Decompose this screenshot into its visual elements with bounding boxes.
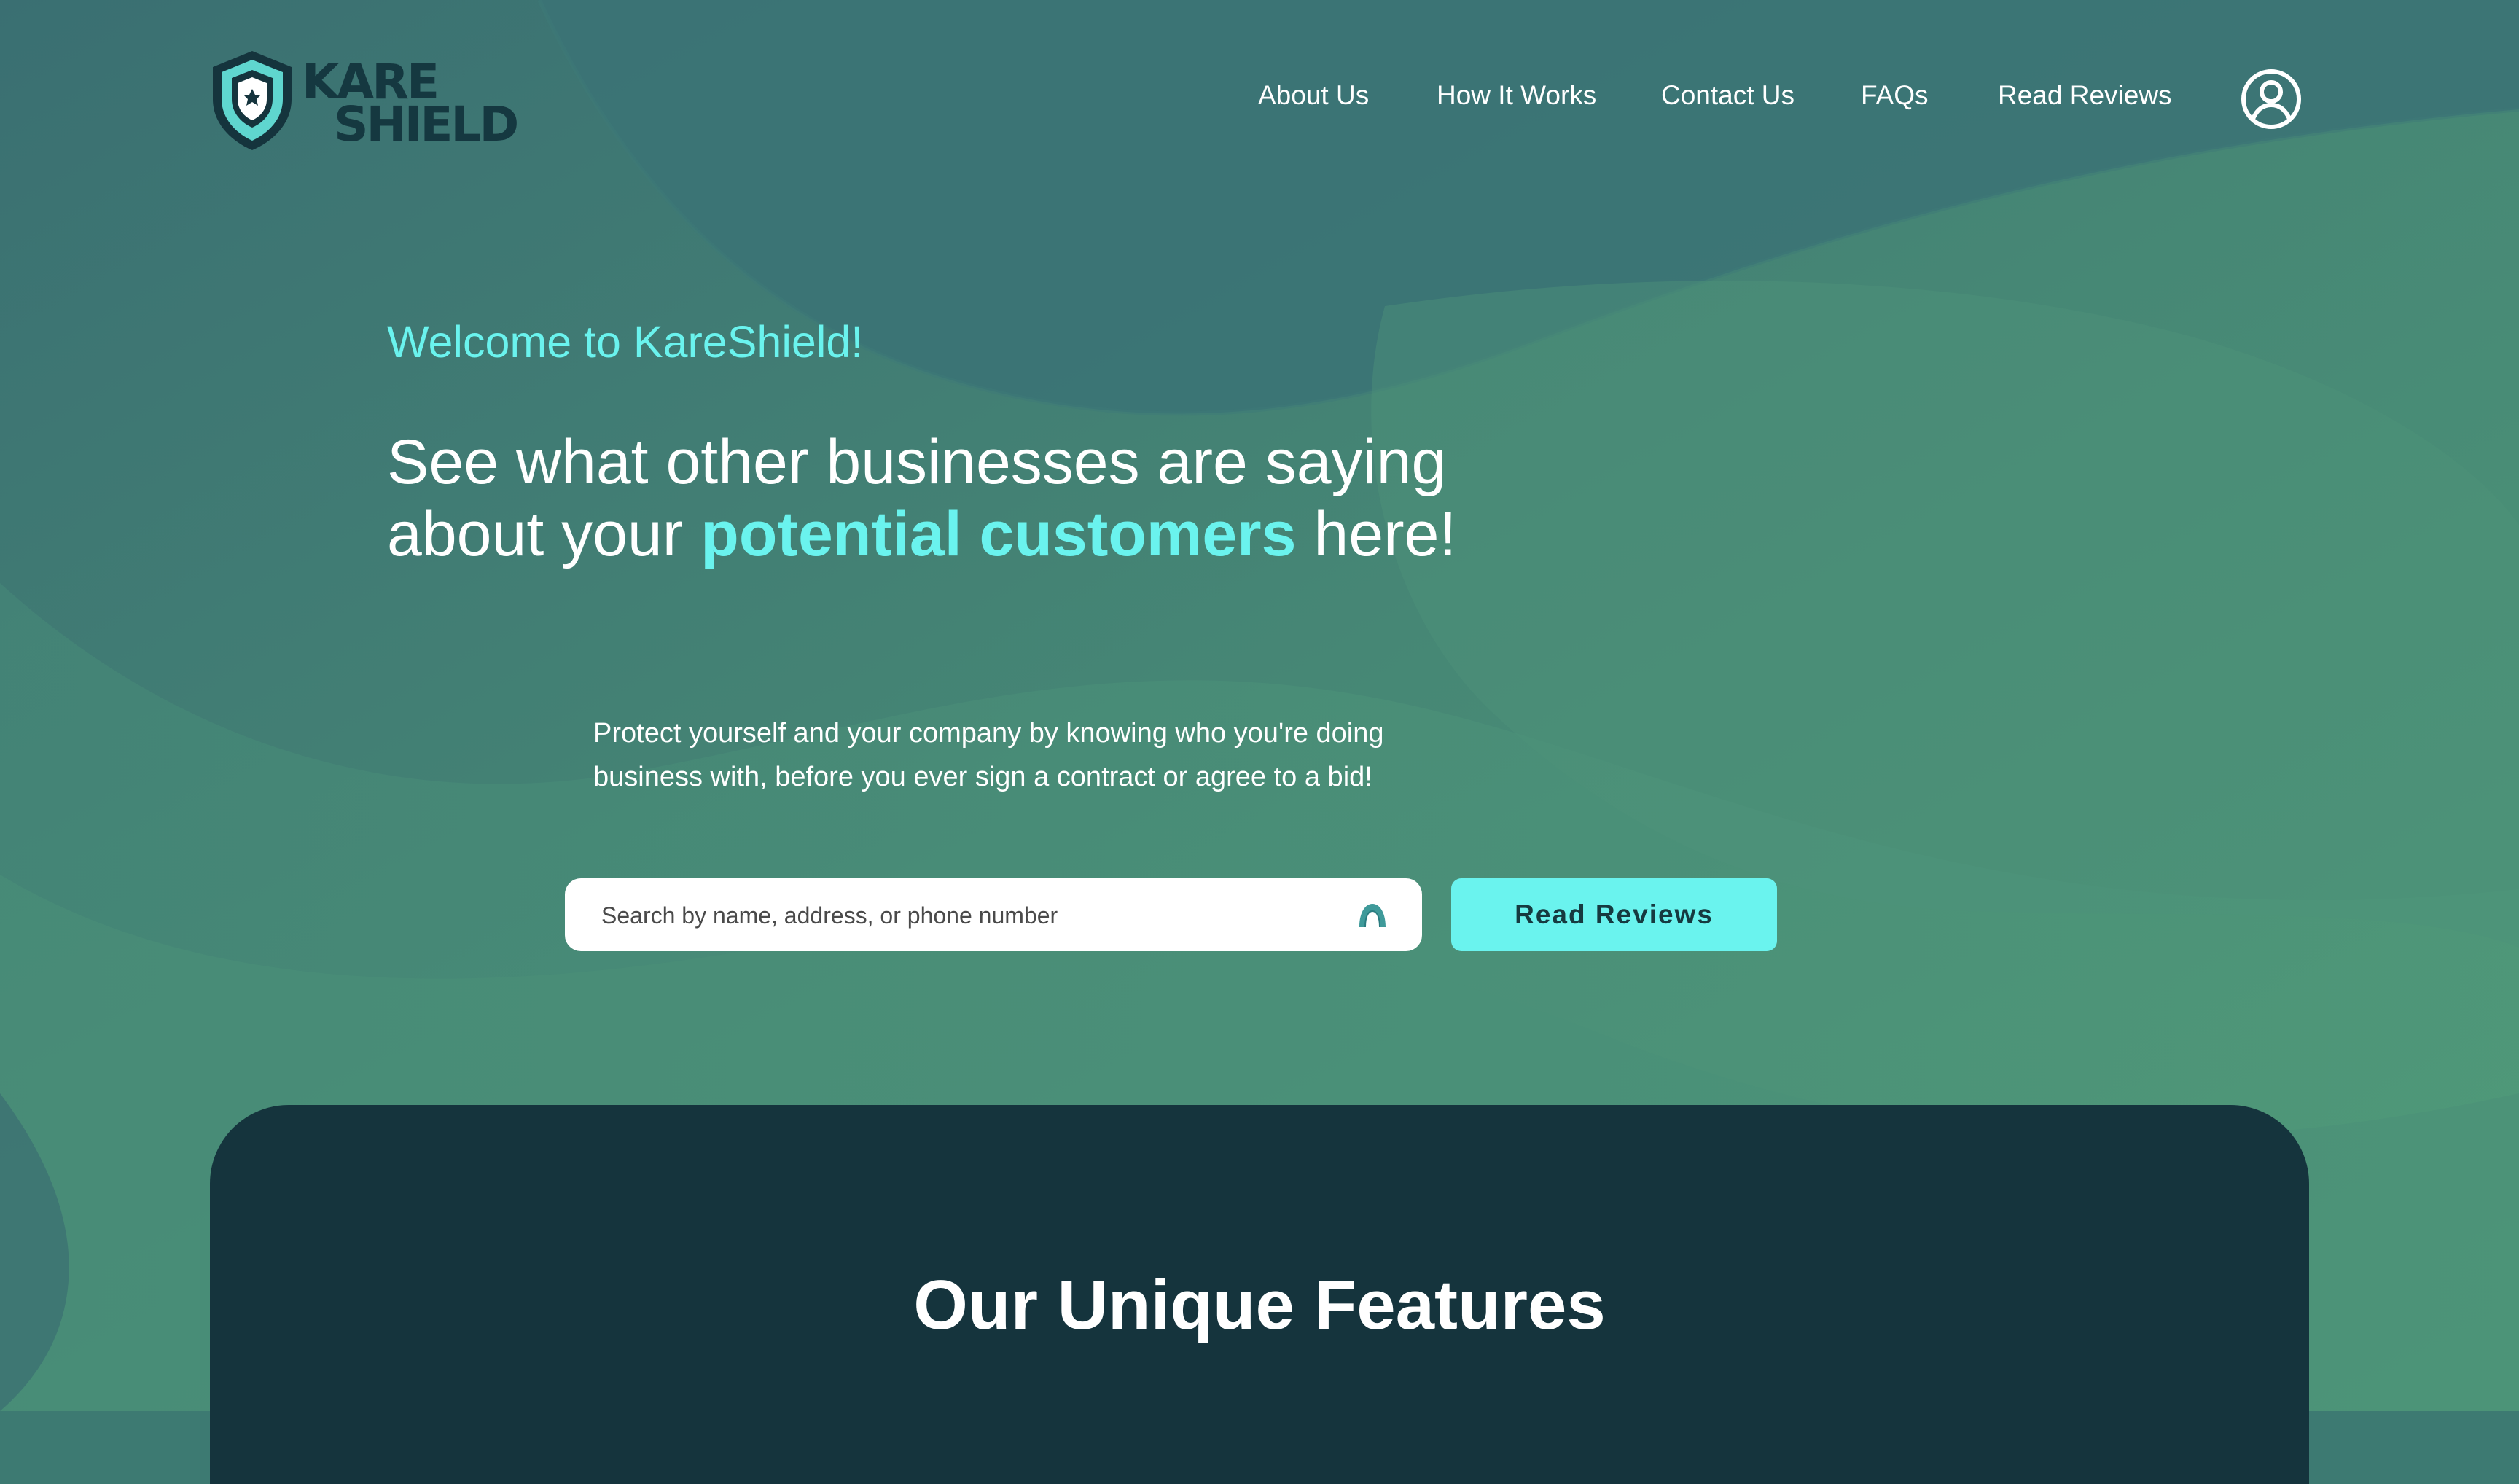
nav-contact-us[interactable]: Contact Us <box>1661 80 1794 111</box>
nav-faqs[interactable]: FAQs <box>1861 80 1929 111</box>
search-input[interactable] <box>600 878 1332 953</box>
account-button[interactable] <box>2240 68 2303 130</box>
features-section: Our Unique Features <box>210 1105 2309 1484</box>
search-bar <box>565 878 1422 953</box>
main-nav: About Us How It Works Contact Us FAQs Re… <box>0 80 2519 124</box>
nav-read-reviews[interactable]: Read Reviews <box>1998 80 2172 111</box>
nav-about-us[interactable]: About Us <box>1258 80 1369 111</box>
welcome-heading: Welcome to KareShield! <box>387 317 864 367</box>
read-reviews-button[interactable]: Read Reviews <box>1451 878 1777 951</box>
hero-headline: See what other businesses are saying abo… <box>387 426 1568 571</box>
hero-description: Protect yourself and your company by kno… <box>593 718 1384 792</box>
nav-how-it-works[interactable]: How It Works <box>1437 80 1596 111</box>
features-title: Our Unique Features <box>913 1266 1606 1344</box>
user-account-icon <box>2241 69 2301 129</box>
search-icon[interactable] <box>1356 899 1389 930</box>
headline-text-end: here! <box>1296 499 1457 569</box>
headline-accent: potential customers <box>700 499 1297 569</box>
